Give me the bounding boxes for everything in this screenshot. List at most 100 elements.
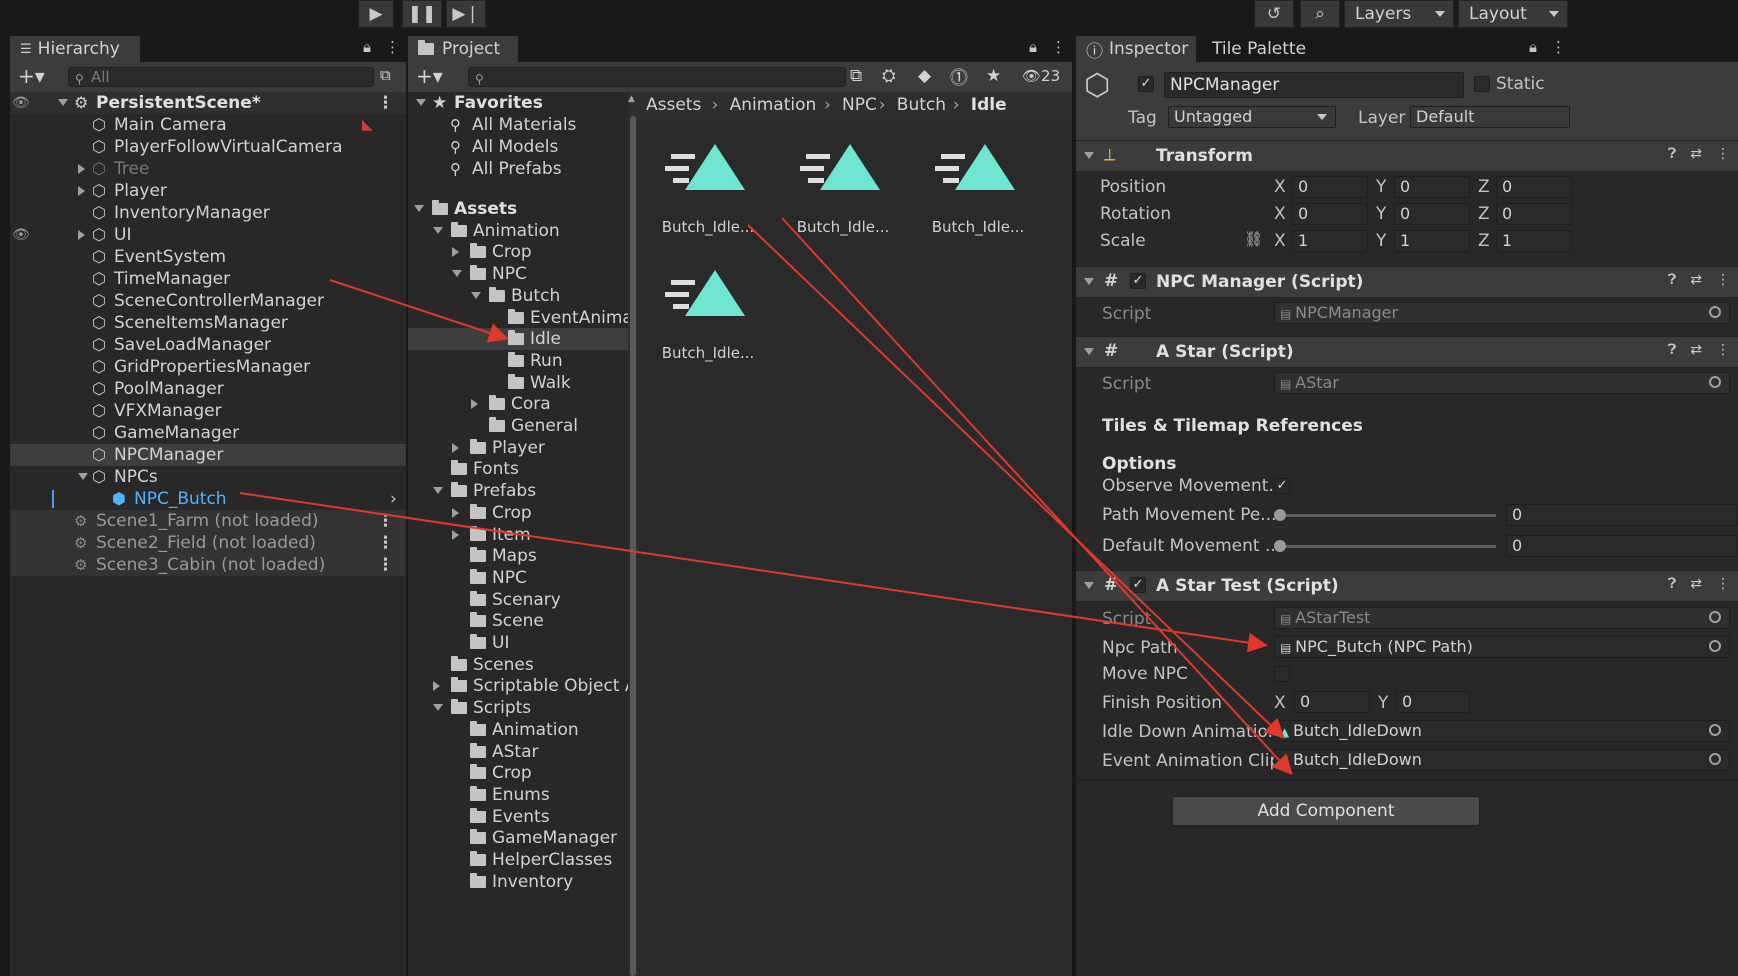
- folder-item[interactable]: Assets: [408, 198, 628, 220]
- folder-item[interactable]: Scriptable Object A: [408, 675, 637, 697]
- fold-icon[interactable]: [78, 473, 88, 480]
- tab-project[interactable]: Project: [408, 36, 518, 62]
- fold-icon[interactable]: [1084, 348, 1094, 355]
- hierarchy-item[interactable]: ⬡ NPCs: [10, 466, 406, 488]
- history-button[interactable]: ↺: [1254, 0, 1294, 28]
- breadcrumb-item[interactable]: Butch: [897, 95, 946, 115]
- fold-icon[interactable]: [452, 507, 459, 518]
- help-icon[interactable]: ❓︎: [1668, 146, 1676, 162]
- object-picker-icon[interactable]: [1709, 753, 1721, 765]
- star-icon[interactable]: ★: [986, 66, 1001, 86]
- astar-header[interactable]: # A Star (Script) ❓︎ ⇄ ⋮: [1076, 336, 1738, 368]
- folder-item[interactable]: Maps: [408, 545, 628, 567]
- kebab-icon[interactable]: ⋮: [1716, 272, 1730, 288]
- scene-view-icon[interactable]: ⧉: [380, 66, 391, 84]
- unloaded-scene-row[interactable]: ⚙ Scene2_Field (not loaded) ⋮: [10, 532, 406, 554]
- folder-item[interactable]: Idle: [408, 328, 628, 351]
- transform-header[interactable]: ⟂ Transform ❓︎ ⇄ ⋮: [1076, 140, 1738, 172]
- hierarchy-item[interactable]: ⬡ Tree: [10, 158, 406, 180]
- hierarchy-item[interactable]: ⬡ EventSystem: [10, 246, 406, 268]
- unloaded-scene-row[interactable]: ⚙ Scene1_Farm (not loaded) ⋮: [10, 510, 406, 532]
- folder-item[interactable]: Walk: [408, 372, 628, 394]
- add-component-button[interactable]: Add Component: [1172, 796, 1480, 826]
- path-movement-input[interactable]: 0: [1506, 504, 1738, 526]
- transform-scale-y-input[interactable]: 1: [1394, 230, 1470, 252]
- type-filter-icon[interactable]: ⛭: [882, 66, 896, 86]
- folder-item[interactable]: Fonts: [408, 458, 628, 480]
- move-npc-checkbox[interactable]: [1274, 666, 1290, 682]
- preset-icon[interactable]: ⇄: [1690, 272, 1702, 288]
- transform-rotation-y-input[interactable]: 0: [1394, 203, 1470, 225]
- lock-icon[interactable]: 🔒︎: [1029, 38, 1037, 56]
- preset-icon[interactable]: ⇄: [1690, 146, 1702, 162]
- enabled-checkbox[interactable]: ✓: [1130, 273, 1146, 289]
- transform-position-x-input[interactable]: 0: [1292, 176, 1368, 198]
- favorite-item[interactable]: ⚲ All Models: [408, 136, 628, 158]
- eye-icon[interactable]: 👁︎: [12, 92, 30, 114]
- favorite-item[interactable]: ⚲ All Prefabs: [408, 158, 628, 180]
- hierarchy-item[interactable]: ⬡ Player: [10, 180, 406, 202]
- help-icon[interactable]: ❓︎: [1668, 342, 1676, 358]
- layer-dropdown[interactable]: Default: [1410, 106, 1570, 128]
- folder-item[interactable]: NPC: [408, 263, 628, 285]
- fold-icon[interactable]: [433, 681, 440, 692]
- unloaded-scene-row[interactable]: ⚙ Scene3_Cabin (not loaded) ⋮: [10, 554, 406, 576]
- event-animation-field[interactable]: ▲ Butch_IdleDown: [1274, 749, 1730, 771]
- hidden-count[interactable]: 👁︎23: [1022, 67, 1060, 85]
- transform-scale-z-input[interactable]: 1: [1496, 230, 1572, 252]
- astar-test-header[interactable]: # ✓ A Star Test (Script) ❓︎ ⇄ ⋮: [1076, 570, 1738, 602]
- breadcrumb-item[interactable]: Idle: [971, 95, 1007, 115]
- folder-item[interactable]: Events: [408, 806, 628, 828]
- folder-item[interactable]: Animation: [408, 220, 628, 242]
- hierarchy-item[interactable]: ⬡ VFXManager: [10, 400, 406, 422]
- transform-position-y-input[interactable]: 0: [1394, 176, 1470, 198]
- transform-position-z-input[interactable]: 0: [1496, 176, 1572, 198]
- search-button[interactable]: ⌕: [1300, 0, 1340, 28]
- fold-icon[interactable]: [1084, 582, 1094, 589]
- fold-icon[interactable]: [1084, 152, 1094, 159]
- filter-icon[interactable]: ⧉: [850, 66, 862, 86]
- hierarchy-item[interactable]: ⬡ PoolManager: [10, 378, 406, 400]
- folder-item[interactable]: UI: [408, 632, 628, 654]
- folder-item[interactable]: Player: [408, 437, 628, 459]
- folder-item[interactable]: Scenes: [408, 654, 628, 676]
- folder-item[interactable]: Run: [408, 350, 628, 372]
- folder-item[interactable]: Butch: [408, 285, 628, 307]
- breadcrumb-item[interactable]: Assets: [646, 95, 701, 115]
- kebab-icon[interactable]: ⋮: [377, 92, 394, 114]
- play-button[interactable]: ▶: [358, 0, 394, 28]
- breadcrumb-item[interactable]: NPC: [842, 95, 877, 115]
- kebab-icon[interactable]: ⋮: [377, 554, 394, 576]
- fold-icon[interactable]: [78, 164, 85, 174]
- tag-dropdown[interactable]: Untagged: [1168, 106, 1336, 128]
- kebab-icon[interactable]: ⋮: [1051, 38, 1066, 56]
- fold-icon[interactable]: [78, 186, 85, 196]
- pause-button[interactable]: ❚❚: [402, 0, 442, 28]
- fold-icon[interactable]: [452, 442, 459, 453]
- breadcrumb-item[interactable]: Animation: [730, 95, 817, 115]
- path-movement-slider[interactable]: [1280, 514, 1496, 517]
- fold-icon[interactable]: [416, 99, 426, 106]
- hierarchy-item[interactable]: ⬡ NPCManager: [10, 444, 406, 466]
- animation-clip-asset[interactable]: Butch_Idle...: [783, 140, 903, 250]
- tab-inspector[interactable]: ⓘ Inspector: [1076, 36, 1196, 62]
- constrain-proportions-icon[interactable]: ⛓: [1244, 230, 1263, 248]
- tab-hierarchy[interactable]: ☰ Hierarchy: [10, 36, 140, 62]
- fold-icon[interactable]: [452, 529, 459, 540]
- default-movement-input[interactable]: 0: [1506, 535, 1738, 557]
- kebab-icon[interactable]: ⋮: [1716, 146, 1730, 162]
- hierarchy-item[interactable]: ⬢ NPC_Butch ›: [10, 488, 406, 510]
- static-checkbox[interactable]: [1474, 76, 1490, 92]
- folder-item[interactable]: Crop: [408, 502, 628, 524]
- folder-item[interactable]: GameManager: [408, 827, 628, 849]
- favorites-row[interactable]: ★ Favorites: [408, 92, 628, 114]
- scene-row[interactable]: 👁︎ ⚙ PersistentScene* ⋮: [10, 92, 406, 114]
- npc-manager-header[interactable]: # ✓ NPC Manager (Script) ❓︎ ⇄ ⋮: [1076, 266, 1738, 298]
- fold-icon[interactable]: [452, 270, 462, 278]
- kebab-icon[interactable]: ⋮: [1551, 38, 1566, 56]
- hierarchy-item[interactable]: ⬡ TimeManager: [10, 268, 406, 290]
- folder-item[interactable]: Prefabs: [408, 480, 628, 502]
- label-icon[interactable]: ◆: [918, 66, 931, 86]
- fold-icon[interactable]: [471, 291, 481, 299]
- hierarchy-item[interactable]: ⬡ GridPropertiesManager: [10, 356, 406, 378]
